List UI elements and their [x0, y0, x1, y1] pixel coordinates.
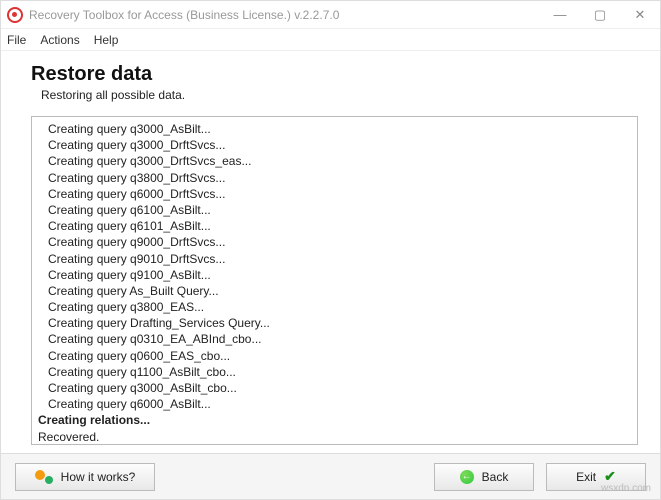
gear-icon [35, 470, 53, 484]
content-area: Restore data Restoring all possible data… [1, 51, 660, 453]
log-line: Creating query q6100_AsBilt... [38, 202, 631, 218]
log-line: Creating query q6000_AsBilt... [38, 396, 631, 412]
watermark: wsxdn.com [601, 483, 651, 494]
how-it-works-button[interactable]: How it works? [15, 463, 155, 491]
page-subheading: Restoring all possible data. [41, 88, 638, 102]
maximize-button[interactable]: ▢ [580, 1, 620, 29]
log-line-bold: Creating relations... [38, 412, 631, 428]
log-line: Creating query q3000_DrftSvcs... [38, 137, 631, 153]
log-line: Creating query q9010_DrftSvcs... [38, 251, 631, 267]
log-line-final: Recovered. [38, 429, 631, 445]
close-button[interactable]: ✕ [620, 1, 660, 29]
back-arrow-icon: ← [460, 470, 474, 484]
menu-file[interactable]: File [7, 33, 26, 47]
log-line: Creating query q6000_DrftSvcs... [38, 186, 631, 202]
back-button[interactable]: ← Back [434, 463, 534, 491]
button-bar: How it works? ← Back Exit ✔ [1, 453, 660, 499]
titlebar: Recovery Toolbox for Access (Business Li… [1, 1, 660, 29]
window-title: Recovery Toolbox for Access (Business Li… [29, 8, 339, 22]
app-icon [7, 7, 23, 23]
log-line: Creating query q3800_DrftSvcs... [38, 170, 631, 186]
menu-help[interactable]: Help [94, 33, 119, 47]
how-it-works-label: How it works? [61, 470, 136, 484]
log-line: Creating query q3000_AsBilt_cbo... [38, 380, 631, 396]
log-line: Creating query As_Built Query... [38, 283, 631, 299]
log-line: Creating query q3800_EAS... [38, 299, 631, 315]
log-line: Creating query q6101_AsBilt... [38, 218, 631, 234]
log-line: Creating query q1100_AsBilt_cbo... [38, 364, 631, 380]
log-line: Creating query q3000_DrftSvcs_eas... [38, 153, 631, 169]
log-line: Creating query q9000_DrftSvcs... [38, 234, 631, 250]
page-heading: Restore data [31, 63, 638, 86]
exit-label: Exit [576, 470, 596, 484]
back-label: Back [482, 470, 509, 484]
log-line: Creating query Drafting_Services Query..… [38, 315, 631, 331]
log-line: Creating query q0310_EA_ABInd_cbo... [38, 331, 631, 347]
log-box[interactable]: Creating query q3000_AsBilt...Creating q… [31, 116, 638, 445]
menubar: File Actions Help [1, 29, 660, 51]
menu-actions[interactable]: Actions [40, 33, 79, 47]
log-line: Creating query q9100_AsBilt... [38, 267, 631, 283]
window-controls: — ▢ ✕ [540, 1, 660, 29]
log-line: Creating query q3000_AsBilt... [38, 121, 631, 137]
minimize-button[interactable]: — [540, 1, 580, 29]
log-line: Creating query q0600_EAS_cbo... [38, 348, 631, 364]
